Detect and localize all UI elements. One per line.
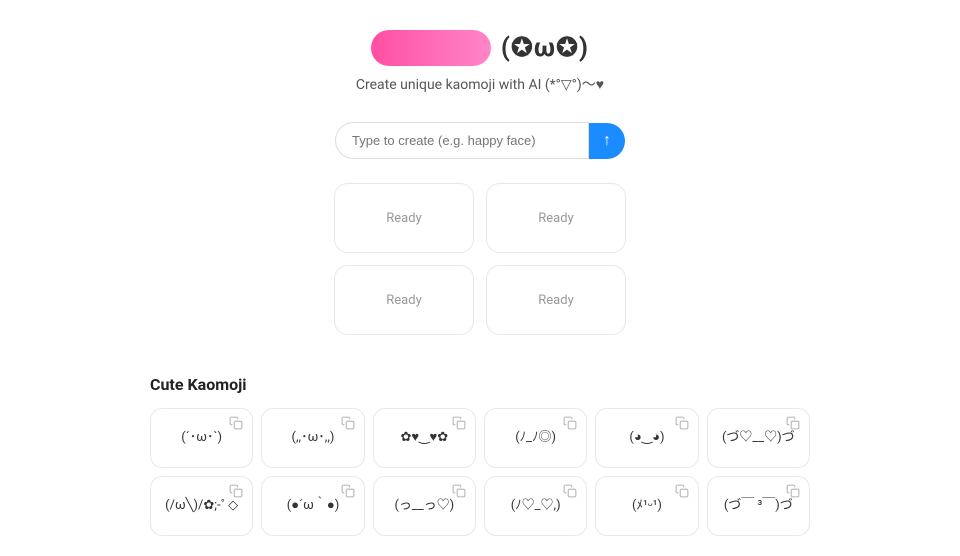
kaomoji-text: (●´ω｀●)	[287, 497, 339, 515]
ready-card-0[interactable]: Ready	[334, 183, 474, 253]
kaomoji-card-3[interactable]: (ﾉ_ﾉ◎)	[484, 408, 587, 468]
copy-icon[interactable]	[452, 484, 468, 500]
ready-card-2[interactable]: Ready	[334, 265, 474, 335]
copy-icon[interactable]	[229, 484, 245, 500]
kaomoji-text: (,,･ω･,,)	[292, 429, 335, 447]
kaomoji-text: (◕‿◕)	[629, 429, 664, 447]
copy-icon[interactable]	[675, 416, 691, 432]
kaomoji-card-9[interactable]: (ﾉ♡_♡,)	[484, 476, 587, 536]
kaomoji-text: (/ω╲)/✿;-˚ ◇	[165, 497, 238, 515]
copy-icon[interactable]	[229, 416, 245, 432]
logo-pill	[371, 30, 491, 66]
copy-icon[interactable]	[563, 484, 579, 500]
header: (✪ω✪) Create unique kaomoji with AI (*°▽…	[356, 30, 604, 94]
kaomoji-card-10[interactable]: (ﾒ¹ᵕ¹)	[595, 476, 698, 536]
copy-icon[interactable]	[675, 484, 691, 500]
kaomoji-card-5[interactable]: (づ♡__♡)づ	[707, 408, 810, 468]
copy-icon[interactable]	[452, 416, 468, 432]
cute-kaomoji-grid: (´･ω･`) (,,･ω･,,) ✿♥‿♥✿ (ﾉ_ﾉ◎) (◕‿◕) (づ♡__♡)づ…	[150, 408, 810, 536]
kaomoji-card-8[interactable]: (っ__っ♡)	[373, 476, 476, 536]
logo-row: (✪ω✪)	[371, 30, 589, 66]
search-row: ↑	[335, 122, 625, 159]
kaomoji-text: (づ♡__♡)づ	[722, 429, 795, 447]
copy-icon[interactable]	[341, 484, 357, 500]
cute-section: Cute Kaomoji (´･ω･`) (,,･ω･,,) ✿♥‿♥✿ (ﾉ_ﾉ◎)…	[150, 375, 810, 536]
kaomoji-text: (ﾒ¹ᵕ¹)	[632, 497, 662, 515]
kaomoji-text: (づ￣ ³￣)づ	[724, 497, 793, 515]
ready-card-1[interactable]: Ready	[486, 183, 626, 253]
kaomoji-card-7[interactable]: (●´ω｀●)	[261, 476, 364, 536]
tagline: Create unique kaomoji with AI (*°▽°)～♥	[356, 74, 604, 94]
copy-icon[interactable]	[786, 416, 802, 432]
ready-grid: ReadyReadyReadyReady	[334, 183, 626, 335]
copy-icon[interactable]	[341, 416, 357, 432]
search-submit-button[interactable]: ↑	[589, 123, 625, 159]
kaomoji-card-6[interactable]: (/ω╲)/✿;-˚ ◇	[150, 476, 253, 536]
kaomoji-text: ✿♥‿♥✿	[400, 429, 448, 447]
kaomoji-text: (ﾉ_ﾉ◎)	[515, 429, 556, 447]
kaomoji-text: (ﾉ♡_♡,)	[511, 497, 561, 515]
kaomoji-text: (´･ω･`)	[181, 429, 222, 447]
kaomoji-card-2[interactable]: ✿♥‿♥✿	[373, 408, 476, 468]
copy-icon[interactable]	[786, 484, 802, 500]
ready-card-3[interactable]: Ready	[486, 265, 626, 335]
arrow-up-icon: ↑	[603, 132, 611, 150]
kaomoji-card-4[interactable]: (◕‿◕)	[595, 408, 698, 468]
logo-text: (✪ω✪)	[501, 33, 589, 63]
kaomoji-card-0[interactable]: (´･ω･`)	[150, 408, 253, 468]
search-input[interactable]	[335, 122, 589, 159]
copy-icon[interactable]	[563, 416, 579, 432]
kaomoji-card-1[interactable]: (,,･ω･,,)	[261, 408, 364, 468]
kaomoji-card-11[interactable]: (づ￣ ³￣)づ	[707, 476, 810, 536]
cute-section-title: Cute Kaomoji	[150, 375, 810, 394]
kaomoji-text: (っ__っ♡)	[394, 497, 454, 515]
